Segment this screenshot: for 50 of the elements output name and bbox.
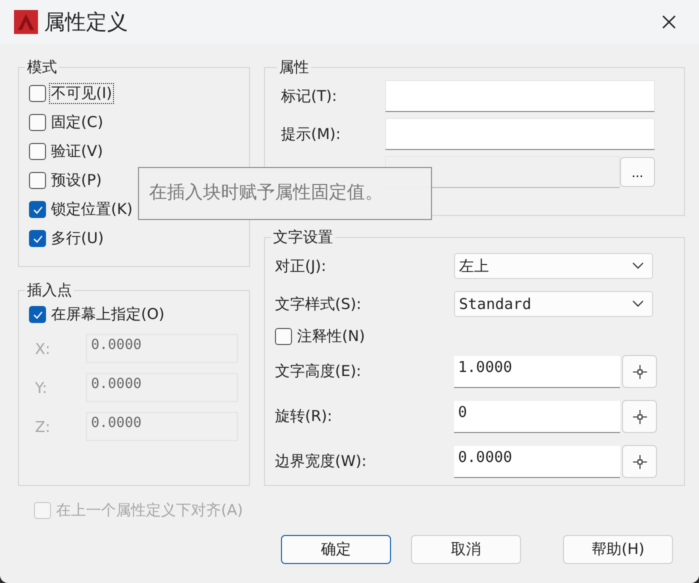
coordinate-label: Z: xyxy=(34,418,52,436)
pick-point-button[interactable] xyxy=(622,400,657,433)
field-label: 文字高度(E): xyxy=(275,362,362,381)
pick-point-button[interactable] xyxy=(622,445,657,478)
checkbox[interactable] xyxy=(29,143,46,160)
app-logo-icon xyxy=(14,10,38,34)
mode-checkbox[interactable]: 验证(V) xyxy=(29,137,241,166)
text-field[interactable]: 0.0000 xyxy=(454,446,620,478)
field-label: 旋转(R): xyxy=(275,407,334,426)
checkbox[interactable] xyxy=(29,114,46,131)
group-title: 模式 xyxy=(26,58,58,77)
text-field[interactable] xyxy=(385,118,655,150)
coordinate-label: X: xyxy=(34,340,52,358)
checkbox[interactable] xyxy=(29,85,46,102)
close-icon[interactable] xyxy=(661,14,677,30)
checkbox[interactable] xyxy=(275,328,292,344)
field-label: 边界宽度(W): xyxy=(275,452,368,471)
text-field[interactable]: 0 xyxy=(454,400,620,432)
window-title: 属性定义 xyxy=(44,9,129,36)
crosshair-icon xyxy=(632,410,646,424)
dropdown[interactable]: Standard xyxy=(454,291,653,317)
coordinate-label: Y: xyxy=(34,378,48,396)
mode-checkbox[interactable]: 不可见(I) xyxy=(29,79,241,108)
chevron-down-icon xyxy=(632,300,644,308)
chevron-down-icon xyxy=(632,262,644,270)
group-title: 插入点 xyxy=(26,281,73,300)
pick-point-button[interactable] xyxy=(622,355,657,388)
dropdown[interactable]: 左上 xyxy=(454,253,653,279)
field-label: 标记(T): xyxy=(281,86,338,106)
crosshair-icon xyxy=(632,454,646,468)
checkbox[interactable] xyxy=(29,201,46,218)
field-label: 对正(J): xyxy=(275,256,328,276)
tooltip: 在插入块时赋予属性固定值。 xyxy=(138,167,432,220)
checkbox[interactable] xyxy=(29,172,46,189)
text-field[interactable]: 1.0000 xyxy=(454,356,620,388)
crosshair-icon xyxy=(632,364,646,378)
field-label: 文字样式(S): xyxy=(275,294,362,314)
group-title: 文字设置 xyxy=(272,228,334,247)
dialog-button[interactable]: 帮助(H) xyxy=(563,535,673,564)
text-field[interactable] xyxy=(385,80,655,112)
mode-checkbox[interactable]: 固定(C) xyxy=(29,108,241,137)
dialog-button[interactable]: 取消 xyxy=(411,535,521,564)
field-label: 提示(M): xyxy=(281,124,342,144)
group-title: 属性 xyxy=(278,58,310,77)
mode-checkbox[interactable]: 多行(U) xyxy=(29,224,241,253)
annotative-checkbox[interactable]: 注释性(N) xyxy=(275,323,676,349)
dialog-button[interactable]: 确定 xyxy=(281,535,391,564)
checkbox[interactable] xyxy=(29,230,46,247)
checkbox[interactable] xyxy=(29,306,46,323)
specify-on-screen-checkbox[interactable]: 在屏幕上指定(O) xyxy=(29,300,241,329)
